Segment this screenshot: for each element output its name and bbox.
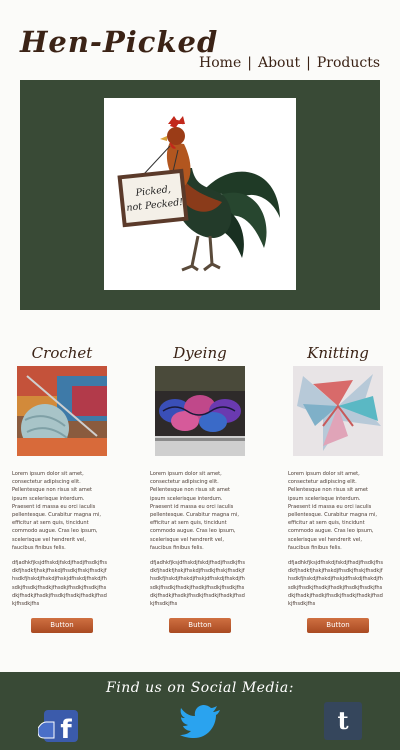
crochet-text: Lorem ipsum dolor sit amet, consectetur … bbox=[12, 471, 102, 551]
footer-title: Find us on Social Media: bbox=[106, 680, 294, 696]
nav-separator: | bbox=[306, 55, 311, 71]
svg-text:f: f bbox=[60, 715, 72, 742]
site-footer: Find us on Social Media: f t bbox=[0, 672, 400, 750]
knitting-title: Knitting bbox=[307, 344, 369, 362]
crochet-title: Crochet bbox=[31, 344, 93, 362]
crochet-button[interactable]: Button bbox=[31, 618, 93, 634]
dyeing-column: Dyeing Lorem ipsum dolor sit amet, conse… bbox=[150, 343, 250, 634]
knitting-text: Lorem ipsum dolor sit amet, consectetur … bbox=[288, 471, 378, 551]
crochet-filler: dfjadhkfjksjdfhskdjfskdjfhsdjfhsdkjfhsdk… bbox=[12, 560, 108, 608]
nav-separator: | bbox=[247, 55, 252, 71]
nav-about[interactable]: About bbox=[258, 55, 300, 71]
tumblr-glyph: t bbox=[337, 706, 349, 735]
crochet-column: Crochet Lorem ipsum dolor sit amet, cons… bbox=[12, 343, 112, 634]
dyeing-button[interactable]: Button bbox=[169, 618, 231, 634]
knitting-image bbox=[293, 366, 383, 456]
hero-rooster-image: Picked, not Pecked! bbox=[104, 98, 296, 290]
knitting-button[interactable]: Button bbox=[307, 618, 369, 634]
nav-products[interactable]: Products bbox=[317, 55, 380, 71]
knitting-column: Knitting Lorem ipsum dolor sit amet, con… bbox=[288, 343, 388, 634]
crochet-image bbox=[17, 366, 107, 456]
hero-banner: Picked, not Pecked! bbox=[20, 80, 380, 310]
dyeing-image bbox=[155, 366, 245, 456]
dyeing-title: Dyeing bbox=[173, 344, 227, 362]
dyeing-text: Lorem ipsum dolor sit amet, consectetur … bbox=[150, 471, 240, 551]
nav-home[interactable]: Home bbox=[199, 55, 241, 71]
tumblr-icon[interactable]: t bbox=[324, 702, 362, 740]
dyeing-filler: dfjadhkfjksjdfhskdjfskdjfhsdjfhsdkjfhsdk… bbox=[150, 560, 246, 608]
site-header: Hen-Picked Home | About | Products bbox=[0, 0, 400, 78]
twitter-icon[interactable] bbox=[180, 704, 222, 744]
knitting-filler: dfjadhkfjksjdfhskdjfskdjfhsdjfhsdkjfhsdk… bbox=[288, 560, 384, 608]
site-logo[interactable]: Hen-Picked bbox=[20, 25, 218, 59]
main-nav: Home | About | Products bbox=[199, 55, 380, 71]
facebook-icon[interactable]: f bbox=[37, 710, 80, 746]
